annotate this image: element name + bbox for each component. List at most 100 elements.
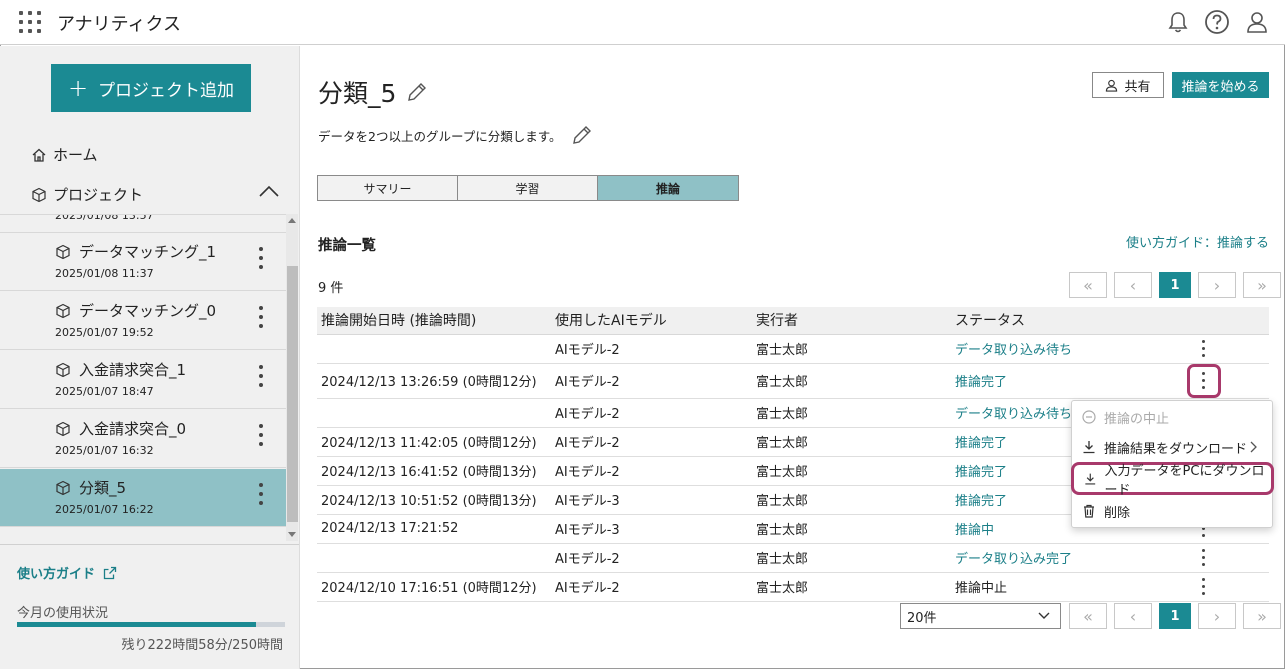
page-title-text: 分類_5 bbox=[318, 79, 397, 108]
sidebar-divider bbox=[0, 544, 299, 545]
tab-training[interactable]: 学習 bbox=[458, 176, 598, 200]
app-title: アナリティクス bbox=[57, 14, 182, 35]
last-page-button[interactable]: » bbox=[1243, 603, 1281, 629]
menu-item-stop-inference[interactable]: 推論の中止 bbox=[1072, 403, 1272, 431]
cube-icon bbox=[56, 480, 70, 495]
row-context-menu: 推論の中止 推論結果をダウンロード 入力データをPCにダウンロード 削除 bbox=[1071, 400, 1274, 528]
pagination-top: « ‹ 1 › » bbox=[1069, 272, 1281, 298]
nav-home[interactable]: ホーム bbox=[31, 144, 98, 165]
per-page-value: 20件 bbox=[907, 610, 937, 626]
menu-item-download-results[interactable]: 推論結果をダウンロード bbox=[1072, 433, 1272, 461]
project-item-active[interactable]: 分類_5 2025/01/07 16:22 bbox=[0, 469, 286, 527]
usage-label: 今月の使用状況 bbox=[17, 606, 109, 621]
next-page-button[interactable]: › bbox=[1198, 272, 1236, 298]
table-row[interactable]: AIモデル-2 富士太郎 データ取り込み待ち bbox=[317, 334, 1269, 364]
cell-start-time: 2024/12/13 11:42:05 (0時間12分) bbox=[317, 427, 555, 457]
kebab-menu-icon[interactable] bbox=[252, 479, 270, 509]
help-icon[interactable] bbox=[1203, 8, 1231, 36]
table-row[interactable]: 2024/12/13 13:26:59 (0時間12分) AIモデル-2 富士太郎推… bbox=[317, 363, 1269, 399]
bell-icon[interactable] bbox=[1164, 8, 1192, 36]
nav-projects[interactable]: プロジェクト bbox=[31, 184, 143, 205]
apps-grid-icon[interactable] bbox=[19, 11, 41, 33]
project-item[interactable]: データマッチング_1 2025/01/08 11:37 bbox=[0, 233, 286, 291]
row-kebab-menu-icon[interactable] bbox=[1190, 335, 1218, 363]
menu-item-download-input-data[interactable]: 入力データをPCにダウンロード bbox=[1071, 462, 1274, 498]
project-item[interactable]: データマッチング_0 2025/01/07 19:52 bbox=[0, 292, 286, 350]
chevron-down-icon bbox=[1038, 612, 1050, 619]
cell-ai-model: AIモデル-3 bbox=[555, 485, 756, 515]
download-icon bbox=[1085, 473, 1096, 485]
last-page-button[interactable]: » bbox=[1243, 272, 1281, 298]
cube-icon bbox=[56, 303, 70, 318]
row-kebab-menu-icon[interactable] bbox=[1187, 363, 1221, 398]
first-page-button[interactable]: « bbox=[1069, 272, 1107, 298]
project-name-text: 入金請求突合_0 bbox=[79, 420, 187, 438]
pagination-bottom: « ‹ 1 › » bbox=[1069, 603, 1281, 629]
project-list-scrollbar[interactable] bbox=[286, 214, 298, 541]
scroll-down-arrow-icon[interactable] bbox=[288, 532, 296, 537]
cell-start-time bbox=[317, 398, 555, 428]
cell-start-time bbox=[317, 543, 555, 573]
kebab-menu-icon[interactable] bbox=[252, 361, 270, 391]
kebab-menu-icon[interactable] bbox=[252, 243, 270, 273]
table-row[interactable]: AIモデル-2 富士太郎 データ取り込み完了 bbox=[317, 543, 1269, 573]
current-page-button[interactable]: 1 bbox=[1159, 272, 1191, 298]
project-name: データマッチング_1 bbox=[55, 241, 216, 262]
project-date: 2025/01/07 18:47 bbox=[55, 385, 154, 398]
project-item[interactable]: 入金請求突合_0 2025/01/07 16:32 bbox=[0, 410, 286, 468]
user-icon[interactable] bbox=[1243, 8, 1271, 36]
cell-executor: 富士太郎 bbox=[756, 456, 955, 486]
table-row[interactable]: 2024/12/10 17:16:51 (0時間12分) AIモデル-2 富士太郎推… bbox=[317, 572, 1269, 602]
prev-page-button[interactable]: ‹ bbox=[1114, 272, 1152, 298]
kebab-menu-icon[interactable] bbox=[252, 420, 270, 450]
minus-circle-icon bbox=[1082, 410, 1096, 424]
inference-guide-link[interactable]: 使い方ガイド：推論する bbox=[1126, 232, 1269, 251]
prev-page-button[interactable]: ‹ bbox=[1114, 603, 1152, 629]
column-header-actions bbox=[1152, 307, 1269, 335]
cell-start-time: 2024/12/13 17:21:52 bbox=[317, 514, 555, 544]
next-page-button[interactable]: › bbox=[1198, 603, 1236, 629]
row-kebab-menu-icon[interactable] bbox=[1190, 573, 1218, 601]
table-header-row: 推論開始日時 (推論時間) 使用したAIモデル 実行者 ステータス bbox=[317, 307, 1269, 335]
per-page-select[interactable]: 20件 bbox=[900, 603, 1061, 629]
current-page-button[interactable]: 1 bbox=[1159, 603, 1191, 629]
add-project-button[interactable]: + プロジェクト追加 bbox=[51, 64, 251, 112]
nav-projects-label: プロジェクト bbox=[53, 186, 144, 204]
row-kebab-menu-icon[interactable] bbox=[1190, 544, 1218, 572]
download-icon bbox=[1083, 441, 1095, 454]
share-button[interactable]: 共有 bbox=[1092, 72, 1164, 98]
start-inference-button[interactable]: 推論を始める bbox=[1172, 72, 1269, 98]
cell-status[interactable]: データ取り込み完了 bbox=[955, 543, 1152, 573]
project-item[interactable]: 入金請求突合_1 2025/01/07 18:47 bbox=[0, 351, 286, 409]
scroll-up-arrow-icon[interactable] bbox=[288, 218, 296, 223]
cell-status[interactable]: データ取り込み待ち bbox=[955, 334, 1152, 364]
chevron-up-icon[interactable] bbox=[258, 184, 280, 198]
project-name: データマッチング_0 bbox=[55, 300, 216, 321]
usage-progress-bar bbox=[17, 622, 285, 627]
kebab-menu-icon[interactable] bbox=[252, 302, 270, 332]
column-header[interactable]: 使用したAIモデル bbox=[555, 307, 756, 335]
pencil-edit-icon[interactable] bbox=[571, 124, 593, 146]
scroll-thumb[interactable] bbox=[287, 266, 298, 522]
pencil-edit-icon[interactable] bbox=[406, 81, 428, 103]
cell-executor: 富士太郎 bbox=[756, 514, 955, 544]
column-header[interactable]: 推論開始日時 (推論時間) bbox=[317, 307, 555, 335]
menu-item-delete[interactable]: 削除 bbox=[1072, 497, 1272, 525]
tab-summary[interactable]: サマリー bbox=[318, 176, 458, 200]
tab-inference[interactable]: 推論 bbox=[598, 176, 738, 200]
guide-link[interactable]: 使い方ガイド bbox=[17, 563, 117, 582]
cell-executor: 富士太郎 bbox=[756, 543, 955, 573]
cell-status[interactable]: 推論完了 bbox=[955, 363, 1152, 399]
column-header[interactable]: ステータス bbox=[955, 307, 1152, 335]
column-header[interactable]: 実行者 bbox=[756, 307, 955, 335]
project-item[interactable]: 2025/01/08 13:57 bbox=[0, 215, 286, 233]
project-name-text: 入金請求突合_1 bbox=[79, 361, 187, 379]
first-page-button[interactable]: « bbox=[1069, 603, 1107, 629]
cell-ai-model: AIモデル-2 bbox=[555, 572, 756, 602]
plus-icon: + bbox=[67, 74, 89, 102]
project-date: 2025/01/07 16:32 bbox=[55, 444, 154, 457]
project-name: 入金請求突合_0 bbox=[55, 418, 186, 439]
cell-start-time: 2024/12/13 13:26:59 (0時間12分) bbox=[317, 363, 555, 399]
cell-executor: 富士太郎 bbox=[756, 572, 955, 602]
project-name: 分類_5 bbox=[55, 477, 126, 498]
